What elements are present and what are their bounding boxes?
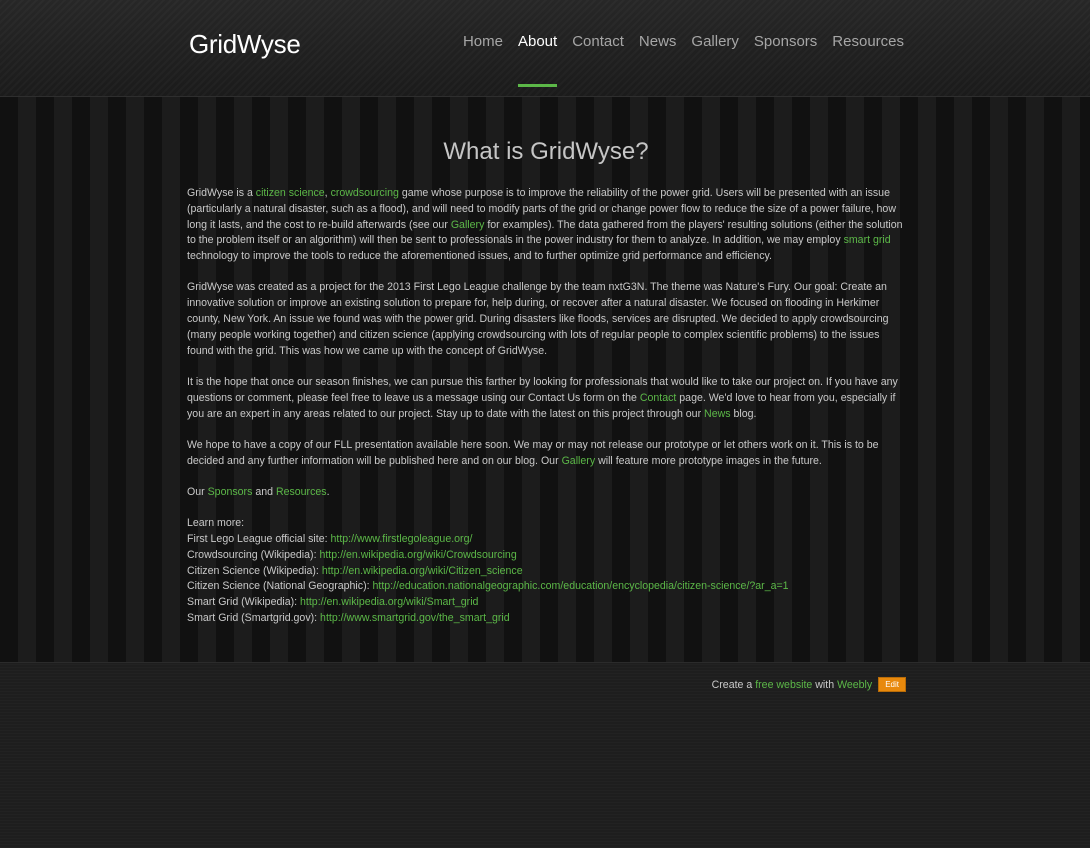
list-item: Citizen Science (Wikipedia): http://en.w… [187,564,905,580]
nav-contact[interactable]: Contact [572,33,624,54]
paragraph-sponsors: Our Sponsors and Resources. [187,485,905,501]
paragraph-intro: GridWyse is a citizen science, crowdsour… [187,186,905,265]
list-item: Crowdsourcing (Wikipedia): http://en.wik… [187,548,905,564]
link-smart-grid[interactable]: smart grid [844,234,891,246]
paragraph-presentation: We hope to have a copy of our FLL presen… [187,438,905,470]
link-sponsors[interactable]: Sponsors [208,486,253,498]
text: GridWyse is a [187,187,256,199]
list-item: Citizen Science (National Geographic): h… [187,579,905,595]
link-url[interactable]: http://www.firstlegoleague.org/ [331,533,473,545]
link-url[interactable]: http://en.wikipedia.org/wiki/Smart_grid [300,596,478,608]
link-url[interactable]: http://en.wikipedia.org/wiki/Crowdsourci… [319,549,516,561]
link-label: Citizen Science (National Geographic): [187,580,373,593]
text: Our [187,485,208,498]
link-url[interactable]: http://www.smartgrid.gov/the_smart_grid [320,612,510,624]
link-label: Smart Grid (Smartgrid.gov): [187,612,321,625]
link-gallery[interactable]: Gallery [451,219,485,231]
main-content: What is GridWyse? GridWyse is a citizen … [0,97,1090,662]
list-item: First Lego League official site: http://… [187,532,905,548]
link-gallery-2[interactable]: Gallery [562,455,596,467]
link-url[interactable]: http://en.wikipedia.org/wiki/Citizen_sci… [322,565,523,577]
link-label: Crowdsourcing (Wikipedia): [187,548,320,561]
nav-about[interactable]: About [517,33,558,87]
site-footer: Create a free website with Weebly Edit [0,662,1090,848]
link-news[interactable]: News [704,408,731,420]
weebly-credit: Create a free website with Weebly Edit [712,677,906,692]
link-label: Smart Grid (Wikipedia): [187,596,301,609]
text: will feature more prototype images in th… [595,454,822,467]
page-title: What is GridWyse? [443,138,649,165]
paragraph-hope: It is the hope that once our season fini… [187,375,905,422]
main-nav: Home About Contact News Gallery Sponsors… [463,33,904,87]
site-header: GridWyse Home About Contact News Gallery… [0,0,1090,97]
link-url[interactable]: http://education.nationalgeographic.com/… [372,580,788,592]
nav-home[interactable]: Home [463,33,503,54]
paragraph-history: GridWyse was created as a project for th… [187,281,889,357]
nav-news[interactable]: News [639,33,677,54]
list-item: Smart Grid (Wikipedia): http://en.wikipe… [187,595,905,611]
text: blog. [730,407,757,420]
link-free-website[interactable]: free website [755,679,812,691]
text: and [252,485,276,498]
nav-resources[interactable]: Resources [832,33,904,54]
link-crowdsourcing[interactable]: crowdsourcing [331,187,399,199]
content-column: What is GridWyse? GridWyse is a citizen … [187,97,905,627]
nav-gallery[interactable]: Gallery [691,33,739,54]
learn-more-heading: Learn more: [187,517,245,530]
link-label: Citizen Science (Wikipedia): [187,564,322,577]
list-item: Smart Grid (Smartgrid.gov): http://www.s… [187,611,905,627]
link-weebly[interactable]: Weebly [837,679,872,691]
learn-more-list: Learn more: First Lego League official s… [187,516,905,627]
link-label: First Lego League official site: [187,533,331,546]
link-contact[interactable]: Contact [640,392,677,404]
site-logo[interactable]: GridWyse [189,29,301,60]
nav-sponsors[interactable]: Sponsors [754,33,817,54]
text: technology to improve the tools to reduc… [187,250,772,263]
text: Create a [711,678,756,691]
link-citizen-science[interactable]: citizen science [256,187,325,199]
link-resources[interactable]: Resources [276,486,327,498]
edit-button[interactable]: Edit [878,677,906,692]
text: with [812,678,838,691]
text: . [326,485,330,498]
